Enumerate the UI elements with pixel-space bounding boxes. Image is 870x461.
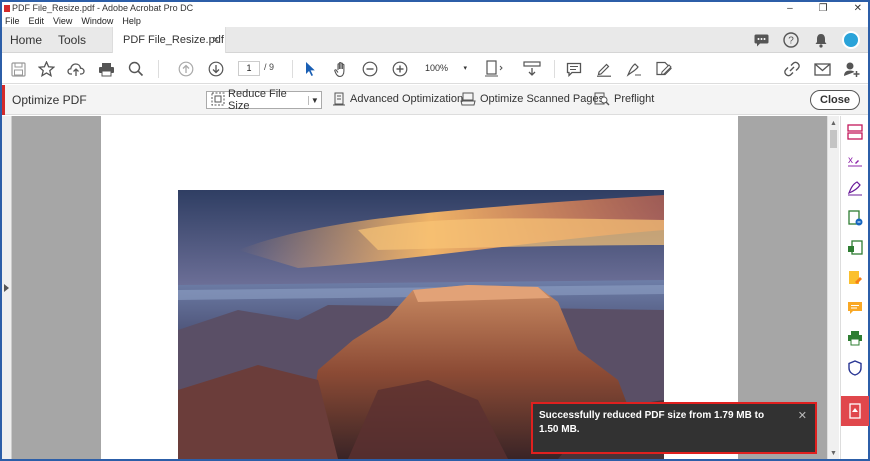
highlight-icon[interactable] bbox=[594, 59, 614, 79]
preflight-label: Preflight bbox=[614, 93, 655, 105]
scanned-pages-icon bbox=[460, 92, 476, 106]
toolbar-divider bbox=[292, 60, 293, 78]
scroll-thumb[interactable] bbox=[830, 130, 837, 148]
preflight-icon bbox=[594, 92, 610, 106]
chat-icon[interactable] bbox=[752, 31, 770, 49]
toast-close-button[interactable]: ✕ bbox=[798, 409, 807, 423]
menu-help[interactable]: Help bbox=[122, 15, 141, 27]
toolbar-divider bbox=[554, 60, 555, 78]
create-pdf-icon[interactable] bbox=[845, 238, 865, 258]
minimize-button[interactable]: – bbox=[787, 2, 793, 15]
save-icon[interactable] bbox=[8, 59, 28, 79]
sign-icon[interactable] bbox=[845, 178, 865, 198]
zoom-select[interactable]: 100% ▾ bbox=[425, 61, 471, 76]
tab-document-label: PDF File_Resize.pdf bbox=[123, 34, 224, 46]
bell-icon[interactable] bbox=[812, 31, 830, 49]
page-up-icon[interactable] bbox=[176, 59, 196, 79]
svg-text:?: ? bbox=[788, 36, 794, 47]
maximize-button[interactable]: ❐ bbox=[819, 2, 828, 15]
toolbar-divider bbox=[158, 60, 159, 78]
menu-view[interactable]: View bbox=[53, 15, 72, 27]
star-icon[interactable] bbox=[36, 59, 56, 79]
tab-home[interactable]: Home bbox=[10, 33, 42, 47]
reduce-file-size-label: Reduce File Size bbox=[228, 88, 287, 112]
tools-pane: x bbox=[840, 116, 869, 459]
zoom-in-icon[interactable] bbox=[390, 59, 410, 79]
title-bar: PDF File_Resize.pdf - Adobe Acrobat Pro … bbox=[2, 2, 868, 15]
fit-page-icon[interactable] bbox=[484, 59, 504, 79]
menu-window[interactable]: Window bbox=[81, 15, 113, 27]
page-down-icon[interactable] bbox=[206, 59, 226, 79]
page-total: / 9 bbox=[264, 62, 275, 72]
fill-sign-icon[interactable]: x bbox=[845, 150, 865, 170]
optimize-pdf-label: Optimize PDF bbox=[12, 93, 87, 107]
scroll-up-icon[interactable]: ▲ bbox=[830, 120, 837, 127]
avatar[interactable] bbox=[842, 31, 860, 49]
tab-bar-icons: ? bbox=[752, 31, 860, 49]
tab-tools[interactable]: Tools bbox=[58, 33, 86, 47]
add-user-icon[interactable] bbox=[842, 59, 862, 79]
optimize-scanned-pages-button[interactable]: Optimize Scanned Pages bbox=[460, 92, 604, 106]
close-tool-button[interactable]: Close bbox=[810, 90, 860, 110]
link-icon[interactable] bbox=[782, 59, 802, 79]
print-production-icon[interactable] bbox=[845, 328, 865, 348]
protect-icon[interactable] bbox=[845, 358, 865, 378]
reduce-size-icon bbox=[207, 92, 228, 109]
menu-bar: File Edit View Window Help bbox=[2, 15, 868, 27]
advanced-optimization-button[interactable]: Advanced Optimization bbox=[332, 92, 463, 106]
window-controls: – ❐ ✕ bbox=[787, 2, 862, 15]
scroll-down-icon[interactable]: ▼ bbox=[830, 450, 837, 457]
zoom-value: 100% bbox=[425, 63, 449, 73]
hand-icon[interactable] bbox=[332, 59, 352, 79]
menu-file[interactable]: File bbox=[5, 15, 20, 27]
toast-message: Successfully reduced PDF size from 1.79 … bbox=[539, 410, 765, 435]
comment-icon[interactable] bbox=[564, 59, 584, 79]
menu-edit[interactable]: Edit bbox=[29, 15, 45, 27]
reduce-file-size-button[interactable]: Reduce File Size ▼ bbox=[206, 88, 322, 112]
window-title: PDF File_Resize.pdf - Adobe Acrobat Pro … bbox=[12, 3, 194, 13]
main-toolbar: 1 / 9 100% ▾ bbox=[2, 54, 868, 84]
tab-document[interactable]: PDF File_Resize.pdf × bbox=[112, 27, 226, 53]
chevron-down-icon: ▾ bbox=[463, 65, 467, 72]
help-icon[interactable]: ? bbox=[782, 31, 800, 49]
scroll-mode-icon[interactable] bbox=[522, 59, 542, 79]
svg-text:x: x bbox=[848, 155, 853, 166]
optimize-accent-bar bbox=[2, 85, 5, 115]
edit-icon[interactable] bbox=[654, 59, 674, 79]
expand-arrow-icon bbox=[4, 284, 9, 292]
acrobat-app-icon bbox=[4, 5, 10, 12]
chevron-down-icon[interactable]: ▼ bbox=[307, 95, 321, 105]
success-toast: Successfully reduced PDF size from 1.79 … bbox=[531, 402, 817, 454]
mail-icon[interactable] bbox=[812, 59, 832, 79]
advanced-optimization-icon bbox=[333, 92, 345, 106]
close-window-button[interactable]: ✕ bbox=[854, 2, 862, 15]
vertical-scrollbar[interactable]: ▲ ▼ bbox=[827, 116, 839, 459]
tab-close-button[interactable]: × bbox=[213, 27, 219, 53]
tab-bar: Home Tools PDF File_Resize.pdf × ? bbox=[2, 27, 868, 53]
select-cursor-icon[interactable] bbox=[300, 59, 320, 79]
sign-icon[interactable] bbox=[624, 59, 644, 79]
advanced-optimization-label: Advanced Optimization bbox=[350, 93, 464, 105]
organize-pages-icon[interactable] bbox=[845, 122, 865, 142]
export-pdf-icon[interactable] bbox=[845, 208, 865, 228]
zoom-out-icon[interactable] bbox=[360, 59, 380, 79]
edit-pdf-icon[interactable] bbox=[845, 268, 865, 288]
left-panel-toggle[interactable] bbox=[2, 116, 12, 459]
optimize-pdf-icon[interactable] bbox=[841, 396, 869, 426]
optimize-pdf-toolbar: Optimize PDF Reduce File Size ▼ Advanced… bbox=[2, 85, 868, 115]
print-icon[interactable] bbox=[96, 59, 116, 79]
preflight-button[interactable]: Preflight bbox=[594, 92, 654, 106]
comment-icon[interactable] bbox=[845, 298, 865, 318]
page-number-input[interactable]: 1 bbox=[238, 61, 260, 76]
optimize-scanned-pages-label: Optimize Scanned Pages bbox=[480, 93, 605, 105]
search-icon[interactable] bbox=[126, 59, 146, 79]
cloud-upload-icon[interactable] bbox=[66, 59, 86, 79]
